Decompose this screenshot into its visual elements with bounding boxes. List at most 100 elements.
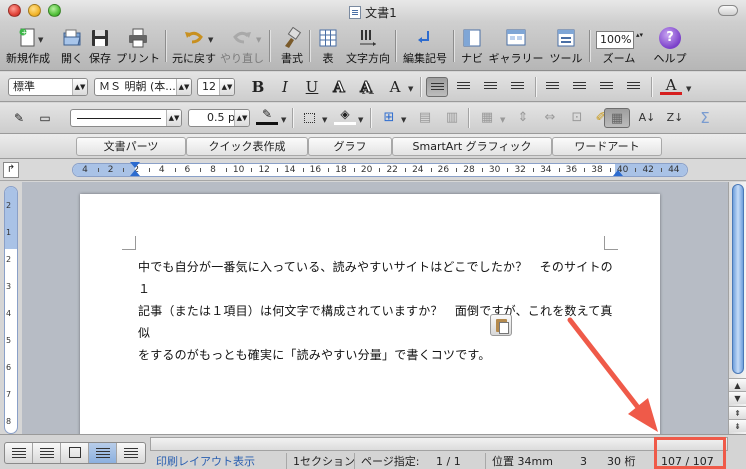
new-button[interactable]: + 新規作成 <box>6 24 50 69</box>
text-direction-button[interactable]: 文字方向 <box>346 24 390 69</box>
align-left-button[interactable] <box>426 77 448 97</box>
increase-indent-button[interactable] <box>623 77 645 97</box>
vertical-scrollbar[interactable]: ▲ ▼ ⇞ ⇟ <box>728 182 746 434</box>
eraser-icon[interactable]: ▭ <box>34 108 56 128</box>
distribute-columns-icon[interactable]: ⇔ <box>539 108 561 128</box>
left-indent-marker[interactable] <box>130 170 140 176</box>
format-painter-button[interactable]: 書式 <box>278 24 306 69</box>
chevron-down-icon[interactable]: ▼ <box>500 116 505 124</box>
align-center-button[interactable] <box>453 77 475 97</box>
publishing-view-button[interactable] <box>61 443 89 463</box>
chevron-down-icon[interactable]: ▼ <box>281 116 286 124</box>
notebook-view-button[interactable] <box>117 443 145 463</box>
print-layout-view-button[interactable] <box>89 443 117 463</box>
horizontal-scrollbar[interactable] <box>150 437 728 451</box>
tab-stop-selector[interactable]: ↱ <box>3 162 19 178</box>
shadow-text-button[interactable]: A <box>355 77 377 97</box>
ruler-top-margin <box>5 187 17 249</box>
tab-charts[interactable]: グラフ <box>308 137 392 156</box>
text-line[interactable]: 記事（または１項目）は何文字で構成されていますか？ 面倒ですが、これを数えて真似 <box>138 300 620 344</box>
gallery-button[interactable]: ギャラリー <box>489 24 544 69</box>
page-indicator[interactable]: 1 / 1 <box>436 453 461 469</box>
ruler-tick <box>353 168 355 172</box>
italic-button[interactable]: I <box>274 77 296 97</box>
redo-history-chevron-icon[interactable]: ▼ <box>256 36 261 44</box>
chevron-down-icon[interactable]: ▼ <box>38 36 43 44</box>
document-area[interactable]: 中でも自分が一番気に入っている、読みやすいサイトはどこでしたか？ そのサイトの１… <box>22 182 728 434</box>
ruler-number: 20 <box>360 165 373 175</box>
split-cells-icon[interactable]: ▥ <box>441 108 463 128</box>
next-page-button[interactable]: ⇟ <box>729 419 746 432</box>
chevron-down-icon[interactable]: ▼ <box>686 85 691 93</box>
tab-smartart[interactable]: SmartArt グラフィック <box>392 137 552 156</box>
first-line-indent-marker[interactable] <box>130 162 140 168</box>
ruler-number: 28 <box>463 165 475 175</box>
outline-view-button[interactable] <box>33 443 61 463</box>
sort-descending-icon[interactable]: Z↓ <box>664 108 686 128</box>
previous-page-button[interactable]: ⇞ <box>729 406 746 419</box>
merge-cells-icon[interactable]: ▤ <box>414 108 436 128</box>
navigation-button[interactable]: ナビ <box>458 24 486 69</box>
ruler-number: 2 <box>6 255 12 264</box>
chevron-down-icon[interactable]: ▼ <box>358 116 363 124</box>
help-button[interactable]: ? ヘルプ <box>654 24 687 69</box>
scroll-up-button[interactable]: ▲ <box>729 378 746 391</box>
bullets-button[interactable] <box>542 77 564 97</box>
border-button[interactable] <box>299 108 321 128</box>
line-width-select[interactable]: 0.5 pt ▲▼ <box>188 109 250 127</box>
autofit-icon[interactable]: ⊡ <box>566 108 588 128</box>
scroll-down-button[interactable]: ▼ <box>729 391 746 404</box>
chevron-down-icon[interactable]: ▼ <box>408 85 413 93</box>
chevron-down-icon[interactable]: ▼ <box>322 116 327 124</box>
redo-button[interactable]: やり直し <box>220 24 264 69</box>
justify-button[interactable] <box>507 77 529 97</box>
font-size-select[interactable]: 12 ▲▼ <box>197 78 235 96</box>
undo-history-chevron-icon[interactable]: ▼ <box>208 36 213 44</box>
bold-button[interactable]: B <box>247 77 269 97</box>
chevron-down-icon[interactable]: ▼ <box>401 116 406 124</box>
document-page[interactable]: 中でも自分が一番気に入っている、読みやすいサイトはどこでしたか？ そのサイトの１… <box>80 194 660 434</box>
tab-document-parts[interactable]: 文書パーツ <box>76 137 186 156</box>
cell-align-icon[interactable]: ▦ <box>476 108 498 128</box>
align-right-button[interactable] <box>480 77 502 97</box>
view-mode-label[interactable]: 印刷レイアウト表示 <box>150 453 282 469</box>
gridlines-toggle-icon[interactable]: ▦ <box>604 108 630 128</box>
toolbar-toggle-button[interactable] <box>718 5 738 16</box>
decrease-indent-button[interactable] <box>596 77 618 97</box>
style-select[interactable]: 標準 ▲▼ <box>8 78 88 96</box>
paste-options-icon[interactable] <box>490 314 512 336</box>
print-button[interactable]: プリント <box>116 24 160 69</box>
text-line[interactable]: 中でも自分が一番気に入っている、読みやすいサイトはどこでしたか？ そのサイトの１ <box>138 256 620 300</box>
ruler-tick <box>635 168 637 172</box>
text-effects-button[interactable]: A <box>384 77 406 97</box>
underline-button[interactable]: U <box>301 77 323 97</box>
text-line[interactable]: をするのがもっとも確実に「読みやすい分量」で書くコツです。 <box>138 344 620 366</box>
section-indicator[interactable]: 1セクション <box>286 453 355 469</box>
horizontal-ruler[interactable]: 4 2 2 4 6 8 10 12 14 16 18 20 22 24 26 28 30 32 34 36 38 40 42… <box>72 163 688 177</box>
right-indent-marker[interactable] <box>613 170 623 176</box>
tab-quick-tables[interactable]: クイック表作成 <box>186 137 308 156</box>
font-color-button[interactable]: A <box>660 77 682 95</box>
numbering-button[interactable] <box>569 77 591 97</box>
line-style-select[interactable]: ▲▼ <box>70 109 182 127</box>
toolbox-button[interactable]: ツール <box>550 24 583 69</box>
fill-color-button[interactable]: ◈ <box>334 107 356 125</box>
vertical-ruler[interactable]: 2 1 2 3 4 5 6 7 8 <box>4 186 18 434</box>
chevron-down-icon: ▲▼ <box>176 79 191 95</box>
line-color-button[interactable]: ✎ <box>256 107 278 125</box>
scroll-thumb[interactable] <box>732 184 744 374</box>
ruler-number: 5 <box>6 336 12 345</box>
tab-wordart[interactable]: ワードアート <box>552 137 662 156</box>
outline-text-button[interactable]: A <box>328 77 350 97</box>
document-body[interactable]: 中でも自分が一番気に入っている、読みやすいサイトはどこでしたか？ そのサイトの１… <box>138 256 620 366</box>
undo-button[interactable]: 元に戻す <box>172 24 216 69</box>
distribute-rows-icon[interactable]: ⇕ <box>512 108 534 128</box>
sort-ascending-icon[interactable]: A↓ <box>636 108 658 128</box>
insert-table-icon[interactable]: ⊞ <box>378 108 400 128</box>
font-select[interactable]: ＭＳ 明朝 (本... ▲▼ <box>94 78 192 96</box>
edit-marks-button[interactable]: 編集記号 <box>403 24 447 69</box>
pencil-icon[interactable]: ✎ <box>8 108 30 128</box>
autosum-icon[interactable]: Σ <box>694 108 716 128</box>
ruler-number: 10 <box>232 165 245 175</box>
draft-view-button[interactable] <box>5 443 33 463</box>
